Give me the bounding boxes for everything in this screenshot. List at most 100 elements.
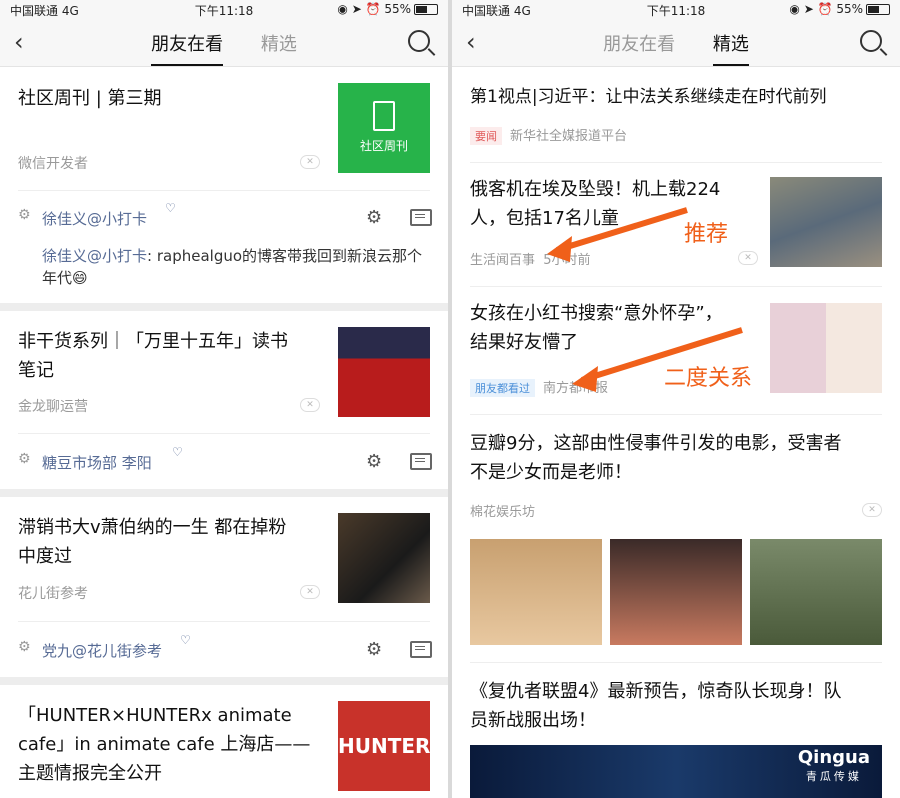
- thumbnail-label: HUNTER: [338, 734, 430, 758]
- watermark-logo: Qingua 青瓜传媒: [798, 747, 870, 784]
- article-source: 花儿街参考: [18, 586, 88, 602]
- article-title: 女孩在小红书搜索“意外怀孕”， 结果好友懵了: [470, 299, 723, 357]
- book-icon: [373, 101, 395, 131]
- annotation-recommend: 推荐: [684, 222, 729, 247]
- tab-bar: 朋友在看 精选: [0, 30, 448, 66]
- article-source: 生活闻百事: [470, 253, 536, 268]
- feed: 社区周刊 | 第三期 微信开发者 ✕ 社区周刊 ⚙ 徐佳义@小打卡 ♡ ⚙ 徐佳…: [0, 67, 448, 798]
- movie-still-image: [750, 539, 882, 645]
- article-source: 微信开发者: [18, 156, 88, 172]
- article-meta: 朋友都看过 南方都市报: [470, 377, 608, 397]
- title-line: 滞销书大v萧伯纳的一生 都在掉粉: [18, 517, 287, 538]
- divider: [18, 621, 430, 622]
- article-thumbnail: [770, 177, 882, 267]
- title-line: 豆瓣9分，这部由性侵事件引发的电影，受害者: [470, 433, 842, 454]
- article-card[interactable]: 俄客机在埃及坠毁！机上载224 人，包括17名儿童 生活闻百事 5小时前 ✕: [452, 163, 900, 287]
- article-title: 第1视点|习近平：让中法关系继续走在时代前列: [470, 87, 827, 107]
- comment-icon[interactable]: [410, 453, 432, 470]
- battery-icon: [414, 4, 438, 15]
- tab-bar: 朋友在看 精选: [452, 30, 900, 66]
- article-source: 新华社全媒报道平台: [510, 129, 628, 144]
- comment-author[interactable]: 徐佳义@小打卡: [42, 247, 147, 265]
- article-title: 社区周刊 | 第三期: [18, 88, 162, 109]
- article-card[interactable]: 女孩在小红书搜索“意外怀孕”， 结果好友懵了 朋友都看过 南方都市报: [452, 287, 900, 415]
- heart-icon: ♡: [165, 201, 176, 215]
- search-icon[interactable]: [860, 30, 882, 52]
- search-icon[interactable]: [408, 30, 430, 52]
- dismiss-icon[interactable]: ✕: [300, 398, 320, 412]
- article-title: 非干货系列｜「万里十五年」读书 笔记: [18, 327, 288, 385]
- article-title: 《复仇者联盟4》最新预告，惊奇队长现身！队 员新战服出场！: [470, 677, 841, 735]
- tab-featured[interactable]: 精选: [261, 30, 297, 64]
- article-thumbnail: [338, 327, 430, 417]
- title-line: 《复仇者联盟4》最新预告，惊奇队长现身！队: [470, 681, 842, 702]
- heart-icon: ♡: [172, 445, 183, 459]
- comment-icon[interactable]: [410, 209, 432, 226]
- title-line: 中度过: [18, 546, 72, 567]
- article-thumbnail: [338, 513, 430, 603]
- nav-bar: ‹ 朋友在看 精选: [452, 18, 900, 67]
- tab-friends-reading[interactable]: 朋友在看: [151, 30, 224, 66]
- gear-icon: ⚙: [18, 639, 31, 655]
- article-source: 金龙聊运营: [18, 399, 88, 415]
- share-icon[interactable]: ⚙: [366, 639, 382, 660]
- article-meta: 生活闻百事 5小时前: [470, 249, 591, 268]
- article-card[interactable]: 「HUNTER×HUNTERx animate cafe」in animate c…: [0, 685, 448, 798]
- nav-bar: ‹ 朋友在看 精选: [0, 18, 448, 67]
- watermark-sub: 青瓜传媒: [805, 770, 862, 783]
- comment-icon[interactable]: [410, 641, 432, 658]
- article-title: 滞销书大v萧伯纳的一生 都在掉粉 中度过: [18, 513, 286, 571]
- title-line: 结果好友懵了: [470, 332, 578, 353]
- article-card[interactable]: 非干货系列｜「万里十五年」读书 笔记 金龙聊运营 ✕ ⚙ 糖豆市场部 李阳 ♡ ⚙: [0, 311, 448, 489]
- article-thumbnail: 社区周刊: [338, 83, 430, 173]
- status-bar: 中国联通 4G 下午11:18 ◉ ➤ ⏰ 55%: [0, 0, 448, 18]
- status-icons: ◉ ➤ ⏰ 55%: [337, 2, 438, 16]
- gear-icon: ⚙: [18, 207, 31, 223]
- annotation-second-degree: 二度关系: [664, 366, 753, 391]
- article-source: 棉花娱乐坊: [470, 505, 536, 520]
- article-card[interactable]: 社区周刊 | 第三期 微信开发者 ✕ 社区周刊 ⚙ 徐佳义@小打卡 ♡ ⚙ 徐佳…: [0, 67, 448, 303]
- status-bar: 中国联通 4G 下午11:18 ◉ ➤ ⏰ 55%: [452, 0, 900, 18]
- feed: 第1视点|习近平：让中法关系继续走在时代前列 要闻 新华社全媒报道平台 俄客机在埃…: [452, 67, 900, 798]
- title-line: 「HUNTER×HUNTERx animate: [18, 705, 292, 726]
- thumbnail-label: 社区周刊: [359, 139, 408, 153]
- tag-badge: 要闻: [470, 127, 502, 145]
- article-thumbnail: [770, 303, 882, 393]
- article-card[interactable]: 滞销书大v萧伯纳的一生 都在掉粉 中度过 花儿街参考 ✕ ⚙ 党九@花儿街参考 ♡…: [0, 497, 448, 677]
- section-separator: [0, 303, 448, 311]
- title-line: 不是少女而是老师！: [470, 462, 632, 483]
- article-card[interactable]: 第1视点|习近平：让中法关系继续走在时代前列 要闻 新华社全媒报道平台: [452, 67, 900, 163]
- tab-friends-reading[interactable]: 朋友在看: [603, 30, 675, 64]
- article-source: 南方都市报: [543, 381, 609, 396]
- divider: [18, 433, 430, 434]
- heart-icon: ♡: [180, 633, 191, 647]
- section-separator: [0, 677, 448, 685]
- share-icon[interactable]: ⚙: [366, 207, 382, 228]
- gear-icon: ⚙: [18, 451, 31, 467]
- article-time: 5小时前: [543, 253, 591, 268]
- share-icon[interactable]: ⚙: [366, 451, 382, 472]
- section-separator: [0, 489, 448, 497]
- watermark-brand: Qingua: [797, 747, 870, 768]
- dismiss-icon[interactable]: ✕: [300, 155, 320, 169]
- article-title: 豆瓣9分，这部由性侵事件引发的电影，受害者 不是少女而是老师！: [470, 429, 841, 487]
- title-line: 主题情报完全公开: [18, 763, 162, 784]
- article-card[interactable]: 豆瓣9分，这部由性侵事件引发的电影，受害者 不是少女而是老师！ 棉花娱乐坊 ✕: [452, 415, 900, 663]
- title-line: cafe」in animate cafe 上海店——: [18, 734, 311, 755]
- dismiss-icon[interactable]: ✕: [738, 251, 758, 265]
- tab-featured[interactable]: 精选: [712, 30, 749, 66]
- divider: [18, 190, 430, 191]
- movie-still-image: [610, 539, 742, 645]
- battery-label: 55%: [384, 2, 411, 16]
- article-thumbnail: HUNTER: [338, 701, 430, 791]
- title-line: 员新战服出场！: [470, 710, 596, 731]
- dismiss-icon[interactable]: ✕: [300, 585, 320, 599]
- article-title: 俄客机在埃及坠毁！机上载224 人，包括17名儿童: [470, 175, 720, 233]
- dismiss-icon[interactable]: ✕: [862, 503, 882, 517]
- article-meta: 要闻 新华社全媒报道平台: [470, 125, 627, 145]
- title-line: 人，包括17名儿童: [470, 208, 619, 229]
- title-line: 女孩在小红书搜索“意外怀孕”，: [470, 303, 723, 324]
- friend-comment: 徐佳义@小打卡: raphealguo的博客带我回到新浪云那个年代😄: [42, 245, 430, 289]
- battery-label: 55%: [836, 2, 863, 16]
- status-icons: ◉ ➤ ⏰ 55%: [789, 2, 890, 16]
